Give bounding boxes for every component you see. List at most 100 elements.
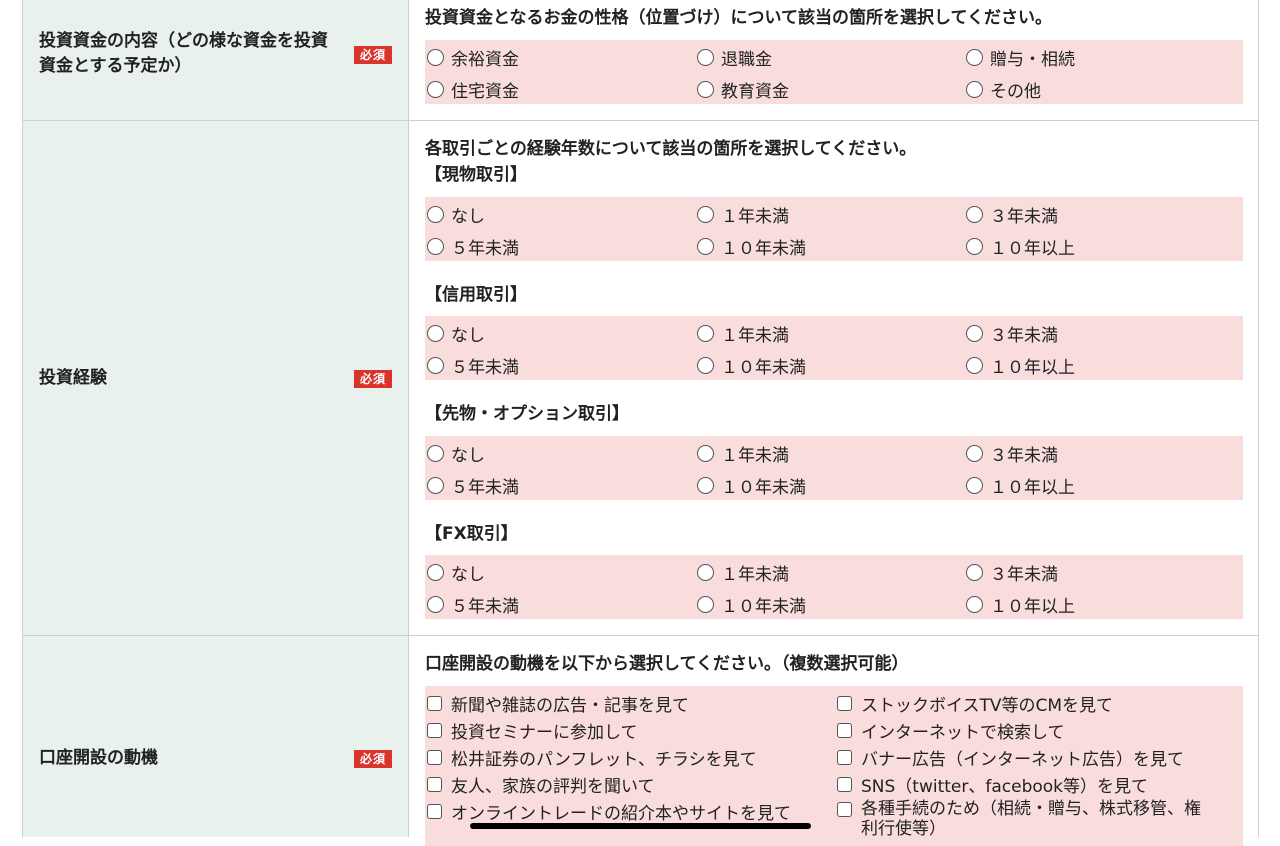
radio-button[interactable] [427, 206, 444, 223]
checkbox-option[interactable]: SNS（twitter、facebook等）を見て [837, 772, 1148, 797]
checkbox[interactable] [837, 777, 852, 792]
radio-option[interactable]: ５年未満 [427, 353, 519, 378]
radio-button[interactable] [966, 357, 983, 374]
checkbox-option[interactable]: インターネットで検索して [837, 718, 1065, 743]
checkbox[interactable] [427, 777, 442, 792]
radio-button[interactable] [697, 49, 714, 66]
radio-button[interactable] [966, 445, 983, 462]
fund-nature-row: 投資資金の内容（どの様な資金を投資資金とする予定か） 必須 投資資金となるお金の… [23, 0, 1258, 121]
radio-option[interactable]: なし [427, 560, 485, 585]
fund-nature-question: 投資資金となるお金の性格（位置づけ）について該当の箇所を選択してください。 [425, 8, 1052, 28]
fund-nature-label: 投資資金の内容（どの様な資金を投資資金とする予定か） [39, 31, 328, 76]
radio-option[interactable]: 贈与・相続 [966, 45, 1075, 70]
radio-button[interactable] [427, 81, 444, 98]
radio-button[interactable] [697, 206, 714, 223]
motivation-label: 口座開設の動機 [39, 748, 158, 768]
checkbox[interactable] [837, 802, 852, 817]
checkbox-option[interactable]: ストックボイスTV等のCMを見て [837, 691, 1113, 716]
radio-option[interactable]: １０年以上 [966, 353, 1075, 378]
radio-option[interactable]: なし [427, 321, 485, 346]
radio-button[interactable] [697, 238, 714, 255]
radio-button[interactable] [966, 49, 983, 66]
checkbox-option[interactable]: 松井証券のパンフレット、チラシを見て [427, 745, 757, 770]
radio-option[interactable]: １０年未満 [697, 473, 806, 498]
experience-label-cell: 投資経験 必須 [23, 121, 409, 635]
experience-question: 各取引ごとの経験年数について該当の箇所を選択してください。 [425, 139, 917, 159]
radio-option[interactable]: ５年未満 [427, 473, 519, 498]
radio-button[interactable] [427, 357, 444, 374]
radio-option[interactable]: １０年未満 [697, 592, 806, 617]
radio-option[interactable]: １年未満 [697, 321, 789, 346]
radio-button[interactable] [697, 445, 714, 462]
checkbox-option[interactable]: 投資セミナーに参加して [427, 718, 638, 743]
radio-option[interactable]: ３年未満 [966, 560, 1058, 585]
radio-option[interactable]: なし [427, 441, 485, 466]
radio-option[interactable]: ３年未満 [966, 202, 1058, 227]
radio-option[interactable]: １０年未満 [697, 234, 806, 259]
radio-button[interactable] [427, 325, 444, 342]
radio-button[interactable] [697, 81, 714, 98]
radio-option[interactable]: １年未満 [697, 441, 789, 466]
radio-button[interactable] [427, 596, 444, 613]
motivation-row: 口座開設の動機 必須 口座開設の動機を以下から選択してください。（複数選択可能）… [23, 636, 1258, 846]
checkbox[interactable] [427, 750, 442, 765]
radio-option[interactable]: ３年未満 [966, 441, 1058, 466]
motivation-content: 口座開設の動機を以下から選択してください。（複数選択可能） 新聞や雑誌の広告・記… [409, 636, 1258, 846]
radio-button[interactable] [966, 477, 983, 494]
radio-option[interactable]: その他 [966, 77, 1041, 102]
experience-content: 各取引ごとの経験年数について該当の箇所を選択してください。 【現物取引】 なし … [409, 121, 1258, 635]
radio-button[interactable] [697, 477, 714, 494]
fund-nature-options: 余裕資金 退職金 贈与・相続 住宅資金 教育資金 その他 [425, 40, 1243, 104]
radio-option[interactable]: ５年未満 [427, 234, 519, 259]
radio-button[interactable] [966, 206, 983, 223]
checkbox-option[interactable]: オンライントレードの紹介本やサイトを見て [427, 799, 791, 824]
radio-option[interactable]: ５年未満 [427, 592, 519, 617]
radio-button[interactable] [966, 564, 983, 581]
radio-option[interactable]: なし [427, 202, 485, 227]
checkbox[interactable] [427, 804, 442, 819]
checkbox-option[interactable]: バナー広告（インターネット広告）を見て [837, 745, 1184, 770]
radio-button[interactable] [966, 238, 983, 255]
checkbox-option[interactable]: 新聞や雑誌の広告・記事を見て [427, 691, 689, 716]
required-badge: 必須 [354, 46, 393, 64]
radio-button[interactable] [427, 445, 444, 462]
radio-option[interactable]: １０年以上 [966, 592, 1075, 617]
fund-nature-content: 投資資金となるお金の性格（位置づけ）について該当の箇所を選択してください。 余裕… [409, 0, 1258, 120]
experience-group-title: 【信用取引】 [425, 285, 527, 305]
radio-button[interactable] [427, 477, 444, 494]
radio-option[interactable]: １０年以上 [966, 473, 1075, 498]
radio-option[interactable]: 住宅資金 [427, 77, 519, 102]
motivation-label-cell: 口座開設の動機 必須 [23, 636, 409, 837]
radio-option[interactable]: ３年未満 [966, 321, 1058, 346]
radio-button[interactable] [697, 564, 714, 581]
experience-futures-options: なし １年未満 ３年未満 ５年未満 １０年未満 １０年以上 [425, 436, 1243, 500]
radio-button[interactable] [427, 49, 444, 66]
checkbox[interactable] [837, 750, 852, 765]
radio-option[interactable]: １年未満 [697, 560, 789, 585]
fund-nature-label-cell: 投資資金の内容（どの様な資金を投資資金とする予定か） 必須 [23, 0, 409, 120]
radio-button[interactable] [427, 564, 444, 581]
radio-option[interactable]: 余裕資金 [427, 45, 519, 70]
checkbox-option[interactable]: 友人、家族の評判を聞いて [427, 772, 655, 797]
radio-button[interactable] [966, 325, 983, 342]
radio-button[interactable] [966, 81, 983, 98]
checkbox[interactable] [427, 696, 442, 711]
horizontal-scrollbar[interactable] [470, 823, 811, 829]
motivation-options: 新聞や雑誌の広告・記事を見て ストックボイスTV等のCMを見て 投資セミナーに参… [425, 686, 1243, 846]
radio-option[interactable]: １年未満 [697, 202, 789, 227]
radio-button[interactable] [966, 596, 983, 613]
experience-row: 投資経験 必須 各取引ごとの経験年数について該当の箇所を選択してください。 【現… [23, 121, 1258, 636]
radio-option[interactable]: １０年未満 [697, 353, 806, 378]
motivation-question: 口座開設の動機を以下から選択してください。（複数選択可能） [425, 654, 909, 674]
radio-option[interactable]: 教育資金 [697, 77, 789, 102]
radio-option[interactable]: １０年以上 [966, 234, 1075, 259]
checkbox[interactable] [837, 696, 852, 711]
checkbox-option[interactable]: 各種手続のため（相続・贈与、株式移管、権利行使等） [837, 799, 1217, 839]
checkbox[interactable] [837, 723, 852, 738]
radio-option[interactable]: 退職金 [697, 45, 772, 70]
radio-button[interactable] [697, 357, 714, 374]
radio-button[interactable] [427, 238, 444, 255]
radio-button[interactable] [697, 596, 714, 613]
radio-button[interactable] [697, 325, 714, 342]
checkbox[interactable] [427, 723, 442, 738]
